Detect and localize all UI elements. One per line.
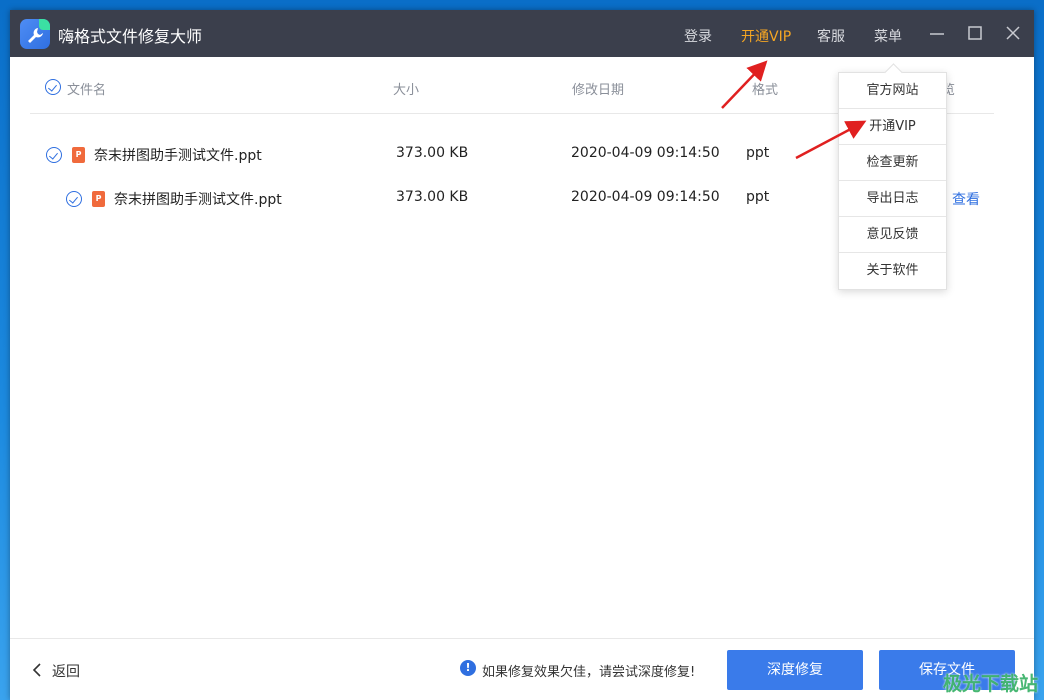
menu-item-feedback[interactable]: 意见反馈 — [839, 217, 946, 253]
select-all-checkbox[interactable] — [45, 79, 61, 95]
row-size: 373.00 KB — [396, 189, 469, 205]
row-format: ppt — [746, 189, 770, 205]
header-format: 格式 — [752, 83, 779, 98]
title-bar: 嗨格式文件修复大师 登录 开通VIP 客服 菜单 — [10, 10, 1034, 57]
row-date: 2020-04-09 09:14:50 — [571, 189, 720, 205]
maximize-icon[interactable] — [965, 23, 985, 43]
row-size: 373.00 KB — [396, 145, 469, 161]
row-format: ppt — [746, 145, 770, 161]
minimize-icon[interactable] — [927, 23, 947, 43]
watermark: 极光下载站 — [942, 673, 1038, 695]
row-file-name: 奈末拼图助手测试文件.ppt — [94, 148, 262, 164]
menu-item-open-vip[interactable]: 开通VIP — [839, 109, 946, 145]
ppt-file-icon: P — [92, 191, 105, 207]
open-vip-link[interactable]: 开通VIP — [741, 26, 791, 46]
menu-link[interactable]: 菜单 — [874, 26, 902, 46]
menu-item-about[interactable]: 关于软件 — [839, 253, 946, 289]
ppt-file-icon: P — [72, 147, 85, 163]
row-checkbox[interactable] — [46, 147, 62, 163]
header-size: 大小 — [393, 83, 420, 98]
row-date: 2020-04-09 09:14:50 — [571, 145, 720, 161]
menu-item-official-site[interactable]: 官方网站 — [839, 73, 946, 109]
header-modified-date: 修改日期 — [572, 83, 625, 98]
app-window: 嗨格式文件修复大师 登录 开通VIP 客服 菜单 文件名 大小 修改日期 格式 … — [10, 10, 1034, 700]
menu-item-export-log[interactable]: 导出日志 — [839, 181, 946, 217]
row-checkbox[interactable] — [66, 191, 82, 207]
preview-link[interactable]: 查看 — [952, 189, 980, 209]
row-file-name: 奈末拼图助手测试文件.ppt — [114, 192, 282, 208]
close-icon[interactable] — [1003, 23, 1023, 43]
chevron-left-icon — [32, 663, 41, 677]
back-button[interactable]: 返回 — [32, 661, 80, 681]
footer-bar: 返回 ! 如果修复效果欠佳，请尝试深度修复! 深度修复 保存文件 — [10, 638, 1034, 700]
menu-item-check-update[interactable]: 检查更新 — [839, 145, 946, 181]
customer-service-link[interactable]: 客服 — [817, 26, 845, 46]
dropdown-menu: 官方网站 开通VIP 检查更新 导出日志 意见反馈 关于软件 — [838, 72, 947, 290]
repair-tip-text: 如果修复效果欠佳，请尝试深度修复! — [482, 665, 696, 680]
deep-repair-button[interactable]: 深度修复 — [727, 650, 863, 690]
app-logo-icon — [20, 19, 50, 49]
back-label: 返回 — [52, 664, 80, 680]
info-icon: ! — [460, 660, 476, 676]
header-file-name: 文件名 — [67, 83, 107, 98]
app-title: 嗨格式文件修复大师 — [58, 27, 203, 46]
login-link[interactable]: 登录 — [684, 26, 712, 46]
